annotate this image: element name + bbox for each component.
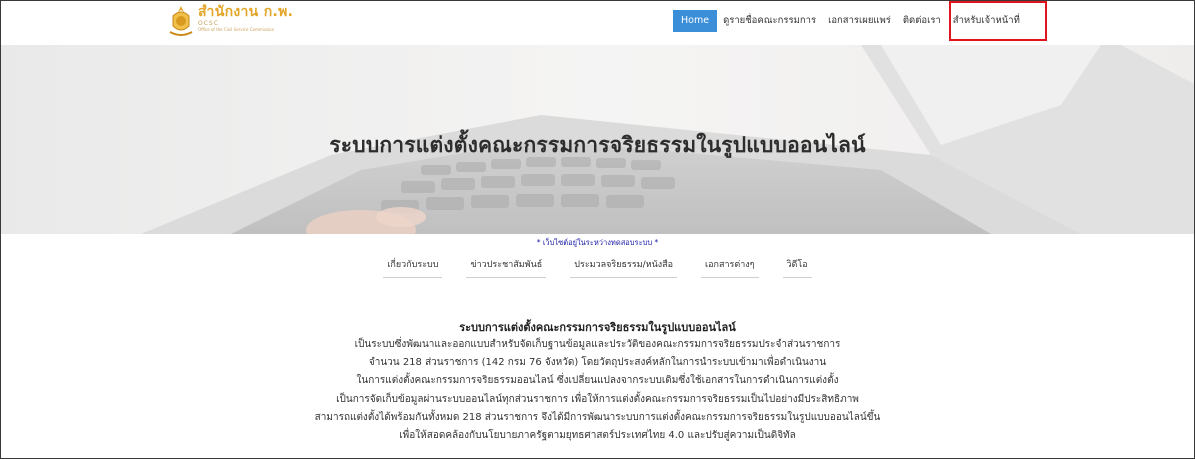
logo-abbr: OCSC [198, 20, 219, 27]
hero-title: ระบบการแต่งตั้งคณะกรรมการจริยธรรมในรูปแบ… [329, 133, 866, 157]
tab-about-system[interactable]: เกี่ยวกับระบบ [383, 254, 443, 278]
staff-link-highlight [949, 1, 1047, 41]
top-navbar: สำนักงาน ก.พ. OCSC Office of the Civil S… [1, 1, 1194, 45]
about-line: สามารถแต่งตั้งได้พร้อมกันทั้งหมด 218 ส่ว… [314, 411, 881, 423]
about-line: เป็นระบบซึ่งพัฒนาและออกแบบสำหรับจัดเก็บฐ… [354, 339, 841, 350]
testing-notice: * เว็บไซต์อยู่ในระหว่างทดสอบระบบ * [536, 238, 659, 247]
logo-name: สำนักงาน ก.พ. [198, 4, 294, 20]
nav-committee-list[interactable]: ดูรายชื่อคณะกรรมการ [717, 10, 822, 32]
about-section: ระบบการแต่งตั้งคณะกรรมการจริยธรรมในรูปแบ… [1, 319, 1194, 445]
about-title: ระบบการแต่งตั้งคณะกรรมการจริยธรรมในรูปแบ… [459, 321, 736, 334]
ocsc-emblem-icon [167, 4, 195, 38]
tab-videos[interactable]: วิดีโอ [782, 254, 812, 278]
about-line: ในการแต่งตั้งคณะกรรมการจริยธรรมออนไลน์ ซ… [356, 375, 839, 387]
section-tabs: เกี่ยวกับระบบ ข่าวประชาสัมพันธ์ ประมวลจร… [1, 254, 1194, 278]
about-line: เพื่อให้สอดคล้องกับนโยบายภาครัฐตามยุทธศา… [399, 430, 796, 442]
logo-org: Office of the Civil Service Commission [198, 27, 275, 32]
tab-news[interactable]: ข่าวประชาสัมพันธ์ [466, 254, 547, 278]
site-logo[interactable]: สำนักงาน ก.พ. OCSC Office of the Civil S… [167, 4, 293, 38]
browser-page: สำนักงาน ก.พ. OCSC Office of the Civil S… [0, 0, 1195, 459]
nav-contact[interactable]: ติดต่อเรา [897, 10, 947, 32]
tab-ethics-code[interactable]: ประมวลจริยธรรม/หนังสือ [570, 254, 678, 278]
nav-home[interactable]: Home [673, 10, 718, 32]
nav-documents[interactable]: เอกสารเผยแพร่ [822, 10, 897, 32]
about-line: เป็นการจัดเก็บข้อมูลผ่านระบบออนไลน์ทุกส่… [336, 393, 859, 405]
hero-banner: ระบบการแต่งตั้งคณะกรรมการจริยธรรมในรูปแบ… [1, 45, 1194, 234]
tab-documents[interactable]: เอกสารต่างๆ [701, 254, 759, 278]
about-line: จำนวน 218 ส่วนราชการ (142 กรม 76 จังหวัด… [368, 357, 827, 369]
